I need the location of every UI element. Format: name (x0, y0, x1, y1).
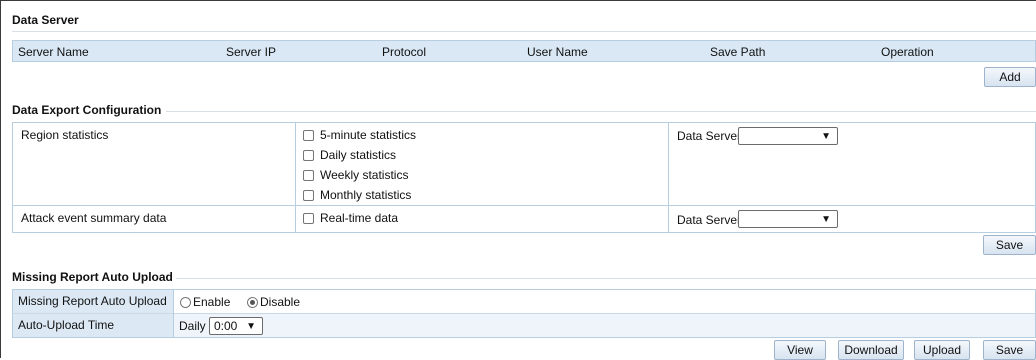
checkbox-label: 5-minute statistics (320, 128, 417, 142)
missing-report-title: Missing Report Auto Upload (12, 270, 173, 284)
data-server-table-header: Server Name Server IP Protocol User Name… (12, 40, 1036, 62)
auto-upload-time-label: Auto-Upload Time (18, 318, 115, 332)
data-server-title: Data Server (12, 13, 79, 27)
upload-button[interactable]: Upload (914, 340, 970, 360)
radio-label: Enable (193, 295, 231, 309)
checkbox-label: Monthly statistics (320, 188, 412, 202)
data-server-select-label: Data Server (677, 213, 742, 227)
upload-time-select[interactable]: 0:00 ▼ (209, 317, 263, 335)
attack-data-server-select[interactable]: ▼ (738, 210, 838, 228)
add-server-button[interactable]: Add (984, 67, 1036, 87)
data-server-divider (12, 31, 1036, 32)
time-row-bg (173, 313, 1035, 337)
chevron-down-icon: ▼ (821, 214, 831, 225)
chevron-down-icon: ▼ (821, 131, 831, 142)
checkbox-realtime[interactable]: Real-time data (303, 211, 398, 225)
checkbox-label: Daily statistics (320, 148, 397, 162)
missing-report-divider (176, 278, 1036, 279)
col-operation: Operation (881, 45, 934, 59)
radio-button[interactable] (180, 297, 191, 308)
attack-event-label: Attack event summary data (21, 211, 167, 225)
checkbox-box[interactable] (303, 213, 314, 224)
radio-label: Disable (260, 295, 301, 309)
col-divider (173, 290, 174, 337)
checkbox-weekly[interactable]: Weekly statistics (303, 168, 408, 182)
checkbox-box[interactable] (303, 170, 314, 181)
chevron-down-icon: ▼ (246, 321, 256, 332)
col-server-name: Server Name (18, 45, 89, 59)
region-data-server-select[interactable]: ▼ (738, 127, 838, 145)
row-divider (13, 313, 1035, 314)
checkbox-label: Real-time data (320, 211, 399, 225)
col-protocol: Protocol (382, 45, 427, 59)
data-server-select-label: Data Server (677, 129, 742, 143)
col-user-name: User Name (527, 45, 588, 59)
checkbox-monthly[interactable]: Monthly statistics (303, 188, 411, 202)
download-button[interactable]: Download (838, 340, 904, 360)
checkbox-box[interactable] (303, 150, 314, 161)
export-config-divider (166, 111, 1036, 112)
checkbox-5min[interactable]: 5-minute statistics (303, 128, 416, 142)
col-save-path: Save Path (710, 45, 766, 59)
col-divider (668, 123, 669, 232)
select-value: 0:00 (214, 319, 238, 333)
missing-report-table: Missing Report Auto Upload Enable Disabl… (12, 289, 1036, 338)
checkbox-box[interactable] (303, 130, 314, 141)
checkbox-daily[interactable]: Daily statistics (303, 148, 396, 162)
region-statistics-label: Region statistics (21, 128, 109, 142)
save-export-button[interactable]: Save (983, 235, 1036, 255)
checkbox-label: Weekly statistics (320, 168, 409, 182)
export-config-table: Region statistics 5-minute statistics Da… (12, 122, 1036, 233)
auto-upload-label: Missing Report Auto Upload (18, 294, 167, 308)
export-config-title: Data Export Configuration (12, 103, 162, 117)
view-button[interactable]: View (774, 340, 826, 360)
radio-disable[interactable]: Disable (247, 295, 300, 309)
checkbox-box[interactable] (303, 190, 314, 201)
row-divider (13, 205, 1035, 206)
col-divider (295, 123, 296, 232)
col-server-ip: Server IP (226, 45, 277, 59)
frequency-label: Daily (179, 319, 206, 333)
radio-button[interactable] (247, 297, 258, 308)
save-button[interactable]: Save (983, 340, 1036, 360)
radio-enable[interactable]: Enable (180, 295, 230, 309)
